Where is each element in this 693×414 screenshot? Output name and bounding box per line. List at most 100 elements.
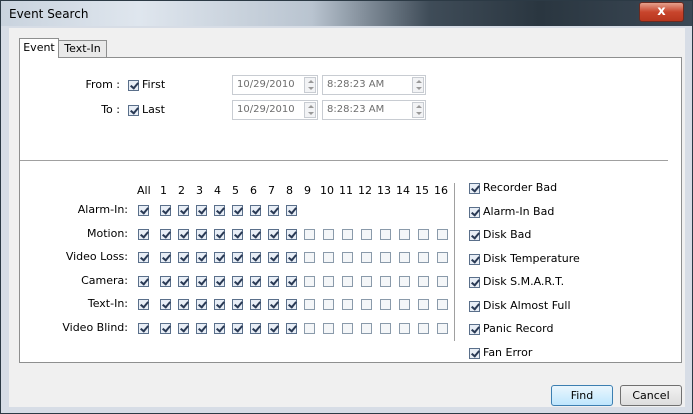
channel-checkbox-15[interactable] bbox=[418, 275, 429, 287]
channel-checkbox-14[interactable] bbox=[399, 252, 410, 263]
channel-checkbox-2[interactable] bbox=[178, 228, 189, 240]
channel-checkbox-9[interactable] bbox=[304, 322, 315, 334]
title-bar[interactable]: Event Search x bbox=[1, 1, 692, 26]
channel-checkbox-3[interactable] bbox=[196, 205, 207, 216]
channel-checkbox-8[interactable] bbox=[286, 322, 297, 334]
channel-checkbox-13[interactable] bbox=[380, 299, 391, 310]
channel-checkbox-13[interactable] bbox=[380, 275, 391, 287]
from-time-spinner[interactable] bbox=[412, 77, 424, 93]
channel-checkbox-9[interactable] bbox=[304, 228, 315, 240]
channel-checkbox-11[interactable] bbox=[342, 322, 353, 334]
find-button[interactable]: Find bbox=[551, 385, 613, 406]
channel-checkbox-15[interactable] bbox=[418, 228, 429, 240]
channel-checkbox-3[interactable] bbox=[196, 252, 207, 263]
channel-checkbox-4[interactable] bbox=[214, 322, 225, 334]
to-time-spinner[interactable] bbox=[412, 102, 424, 118]
channel-checkbox-15[interactable] bbox=[418, 252, 429, 263]
channel-checkbox-7[interactable] bbox=[268, 299, 279, 310]
channel-checkbox-1[interactable] bbox=[160, 205, 171, 216]
channel-checkbox-9[interactable] bbox=[304, 252, 315, 263]
channel-checkbox-4[interactable] bbox=[214, 299, 225, 310]
channel-checkbox-7[interactable] bbox=[268, 322, 279, 334]
channel-checkbox-3[interactable] bbox=[196, 322, 207, 334]
from-date-spinner[interactable] bbox=[304, 77, 316, 93]
channel-checkbox-12[interactable] bbox=[361, 299, 372, 310]
channel-checkbox-10[interactable] bbox=[323, 322, 334, 334]
channel-checkbox-14[interactable] bbox=[399, 275, 410, 287]
channel-checkbox-6[interactable] bbox=[250, 252, 261, 263]
from-time-field[interactable]: 8:28:23 AM bbox=[322, 75, 426, 95]
channel-checkbox-16[interactable] bbox=[437, 252, 448, 263]
channel-checkbox-7[interactable] bbox=[268, 275, 279, 287]
to-date-field[interactable]: 10/29/2010 bbox=[232, 100, 318, 120]
channel-checkbox-11[interactable] bbox=[342, 228, 353, 240]
channel-checkbox-3[interactable] bbox=[196, 299, 207, 310]
system-event-checkbox[interactable] bbox=[469, 300, 480, 312]
to-time-field[interactable]: 8:28:23 AM bbox=[322, 100, 426, 120]
row-all-checkbox[interactable] bbox=[138, 322, 149, 334]
row-all-checkbox[interactable] bbox=[138, 299, 149, 310]
channel-checkbox-6[interactable] bbox=[250, 275, 261, 287]
from-first-checkbox[interactable] bbox=[128, 80, 139, 91]
tab-text-in[interactable]: Text-In bbox=[59, 40, 107, 58]
channel-checkbox-7[interactable] bbox=[268, 205, 279, 216]
channel-checkbox-4[interactable] bbox=[214, 252, 225, 263]
channel-checkbox-12[interactable] bbox=[361, 275, 372, 287]
channel-checkbox-13[interactable] bbox=[380, 252, 391, 263]
channel-checkbox-12[interactable] bbox=[361, 252, 372, 263]
channel-checkbox-10[interactable] bbox=[323, 299, 334, 310]
channel-checkbox-8[interactable] bbox=[286, 275, 297, 287]
channel-checkbox-4[interactable] bbox=[214, 205, 225, 216]
channel-checkbox-16[interactable] bbox=[437, 275, 448, 287]
channel-checkbox-11[interactable] bbox=[342, 252, 353, 263]
row-all-checkbox[interactable] bbox=[138, 275, 149, 287]
cancel-button[interactable]: Cancel bbox=[620, 385, 682, 406]
row-all-checkbox[interactable] bbox=[138, 252, 149, 263]
channel-checkbox-8[interactable] bbox=[286, 252, 297, 263]
system-event-checkbox[interactable] bbox=[469, 277, 480, 288]
channel-checkbox-5[interactable] bbox=[232, 299, 243, 310]
channel-checkbox-5[interactable] bbox=[232, 228, 243, 240]
tab-event[interactable]: Event bbox=[19, 38, 59, 58]
channel-checkbox-11[interactable] bbox=[342, 275, 353, 287]
channel-checkbox-8[interactable] bbox=[286, 228, 297, 240]
channel-checkbox-6[interactable] bbox=[250, 322, 261, 334]
channel-checkbox-8[interactable] bbox=[286, 299, 297, 310]
channel-checkbox-10[interactable] bbox=[323, 252, 334, 263]
channel-checkbox-9[interactable] bbox=[304, 275, 315, 287]
channel-checkbox-10[interactable] bbox=[323, 275, 334, 287]
system-event-checkbox[interactable] bbox=[469, 347, 480, 359]
channel-checkbox-11[interactable] bbox=[342, 299, 353, 310]
close-button[interactable]: x bbox=[639, 2, 684, 22]
channel-checkbox-14[interactable] bbox=[399, 322, 410, 334]
channel-checkbox-7[interactable] bbox=[268, 228, 279, 240]
channel-checkbox-2[interactable] bbox=[178, 275, 189, 287]
channel-checkbox-3[interactable] bbox=[196, 228, 207, 240]
channel-checkbox-15[interactable] bbox=[418, 322, 429, 334]
system-event-checkbox[interactable] bbox=[469, 183, 480, 194]
to-last-checkbox[interactable] bbox=[128, 105, 139, 116]
row-all-checkbox[interactable] bbox=[138, 228, 149, 240]
channel-checkbox-1[interactable] bbox=[160, 252, 171, 263]
channel-checkbox-8[interactable] bbox=[286, 205, 297, 216]
channel-checkbox-5[interactable] bbox=[232, 252, 243, 263]
channel-checkbox-4[interactable] bbox=[214, 275, 225, 287]
channel-checkbox-1[interactable] bbox=[160, 275, 171, 287]
channel-checkbox-6[interactable] bbox=[250, 299, 261, 310]
channel-checkbox-6[interactable] bbox=[250, 205, 261, 216]
channel-checkbox-16[interactable] bbox=[437, 322, 448, 334]
channel-checkbox-13[interactable] bbox=[380, 322, 391, 334]
system-event-checkbox[interactable] bbox=[469, 206, 480, 218]
row-all-checkbox[interactable] bbox=[138, 205, 149, 216]
channel-checkbox-1[interactable] bbox=[160, 322, 171, 334]
channel-checkbox-1[interactable] bbox=[160, 299, 171, 310]
channel-checkbox-15[interactable] bbox=[418, 299, 429, 310]
system-event-checkbox[interactable] bbox=[469, 253, 480, 265]
system-event-checkbox[interactable] bbox=[469, 324, 480, 335]
channel-checkbox-2[interactable] bbox=[178, 322, 189, 334]
channel-checkbox-2[interactable] bbox=[178, 252, 189, 263]
channel-checkbox-7[interactable] bbox=[268, 252, 279, 263]
channel-checkbox-12[interactable] bbox=[361, 322, 372, 334]
channel-checkbox-5[interactable] bbox=[232, 322, 243, 334]
channel-checkbox-5[interactable] bbox=[232, 275, 243, 287]
